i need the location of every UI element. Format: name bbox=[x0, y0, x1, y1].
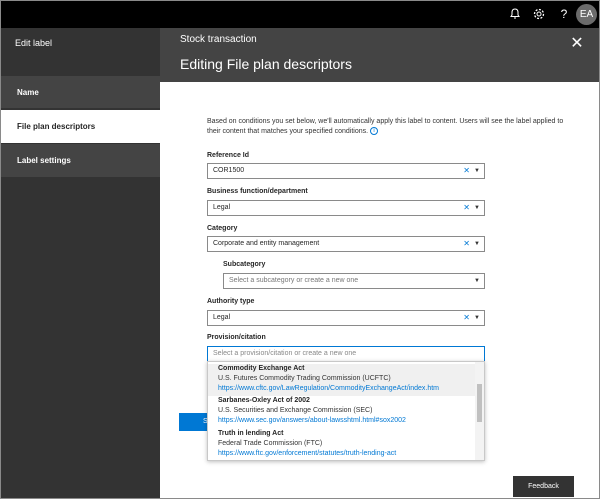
authority-type-value: Legal bbox=[213, 314, 231, 321]
help-icon[interactable]: ? bbox=[557, 7, 571, 21]
category-value: Corporate and entity management bbox=[213, 240, 320, 247]
description: Based on conditions you set below, we'll… bbox=[207, 117, 577, 137]
chevron-down-icon[interactable]: ▼ bbox=[474, 201, 480, 215]
option-agency: U.S. Futures Commodity Trading Commissio… bbox=[218, 375, 391, 382]
subcategory-label: Subcategory bbox=[223, 261, 266, 268]
provision-placeholder: Select a provision/citation or create a … bbox=[213, 350, 357, 357]
top-bar: ? EA bbox=[1, 1, 599, 28]
subcategory-placeholder: Select a subcategory or create a new one bbox=[229, 277, 359, 284]
authority-type-select[interactable]: Legal ✕ ▼ bbox=[207, 310, 485, 326]
reference-id-label: Reference Id bbox=[207, 152, 250, 159]
clear-icon[interactable]: ✕ bbox=[463, 164, 470, 178]
provision-option[interactable]: Commodity Exchange Act U.S. Futures Comm… bbox=[208, 364, 476, 396]
nav-title: Edit label bbox=[15, 38, 53, 48]
left-nav: Edit label Name File plan descriptors La… bbox=[1, 28, 160, 498]
authority-type-label: Authority type bbox=[207, 298, 255, 305]
close-icon[interactable]: ✕ bbox=[569, 36, 585, 52]
gear-icon[interactable] bbox=[532, 7, 546, 21]
chevron-down-icon[interactable]: ▼ bbox=[474, 274, 480, 288]
reference-id-select[interactable]: COR1500 ✕ ▼ bbox=[207, 163, 485, 179]
provision-option[interactable]: Truth in lending Act Federal Trade Commi… bbox=[208, 429, 476, 460]
nav-item-label-settings[interactable]: Label settings bbox=[1, 144, 160, 178]
panel-subtitle: Stock transaction bbox=[180, 34, 257, 45]
save-button[interactable]: Sa bbox=[179, 413, 207, 431]
option-agency: Federal Trade Commission (FTC) bbox=[218, 440, 323, 447]
clear-icon[interactable]: ✕ bbox=[463, 201, 470, 215]
option-url[interactable]: https://www.cftc.gov/LawRegulation/Commo… bbox=[218, 384, 476, 394]
subcategory-select[interactable]: Select a subcategory or create a new one… bbox=[223, 273, 485, 289]
reference-id-value: COR1500 bbox=[213, 167, 245, 174]
provision-input[interactable]: Select a provision/citation or create a … bbox=[207, 346, 485, 362]
business-function-value: Legal bbox=[213, 204, 231, 211]
category-label: Category bbox=[207, 225, 238, 232]
provision-dropdown: Commodity Exchange Act U.S. Futures Comm… bbox=[207, 361, 485, 461]
panel-header: Stock transaction Editing File plan desc… bbox=[160, 28, 599, 82]
nav-item-file-plan-descriptors[interactable]: File plan descriptors bbox=[1, 110, 160, 144]
info-icon[interactable]: i bbox=[370, 127, 379, 136]
option-name: Truth in lending Act bbox=[218, 430, 284, 437]
bell-icon[interactable] bbox=[508, 7, 522, 21]
panel-title: Editing File plan descriptors bbox=[180, 56, 352, 72]
description-text: Based on conditions you set below, we'll… bbox=[207, 118, 564, 135]
option-agency: U.S. Securities and Exchange Commission … bbox=[218, 407, 373, 414]
provision-option[interactable]: Sarbanes-Oxley Act of 2002 U.S. Securiti… bbox=[208, 396, 476, 429]
feedback-button[interactable]: Feedback bbox=[513, 476, 574, 497]
chevron-down-icon[interactable]: ▼ bbox=[474, 311, 480, 325]
scrollbar-thumb[interactable] bbox=[477, 384, 482, 422]
chevron-down-icon[interactable]: ▼ bbox=[474, 164, 480, 178]
nav-item-name[interactable]: Name bbox=[1, 76, 160, 109]
avatar[interactable]: EA bbox=[576, 4, 597, 25]
option-name: Sarbanes-Oxley Act of 2002 bbox=[218, 397, 310, 404]
option-name: Commodity Exchange Act bbox=[218, 365, 305, 372]
category-select[interactable]: Corporate and entity management ✕ ▼ bbox=[207, 236, 485, 252]
option-url[interactable]: https://www.sec.gov/answers/about-lawssh… bbox=[218, 416, 476, 426]
clear-icon[interactable]: ✕ bbox=[463, 311, 470, 325]
business-function-label: Business function/department bbox=[207, 188, 308, 195]
provision-label: Provision/citation bbox=[207, 334, 266, 341]
dropdown-scrollbar[interactable] bbox=[475, 362, 484, 460]
business-function-select[interactable]: Legal ✕ ▼ bbox=[207, 200, 485, 216]
clear-icon[interactable]: ✕ bbox=[463, 237, 470, 251]
chevron-down-icon[interactable]: ▼ bbox=[474, 237, 480, 251]
option-url[interactable]: https://www.ftc.gov/enforcement/statutes… bbox=[218, 449, 476, 459]
